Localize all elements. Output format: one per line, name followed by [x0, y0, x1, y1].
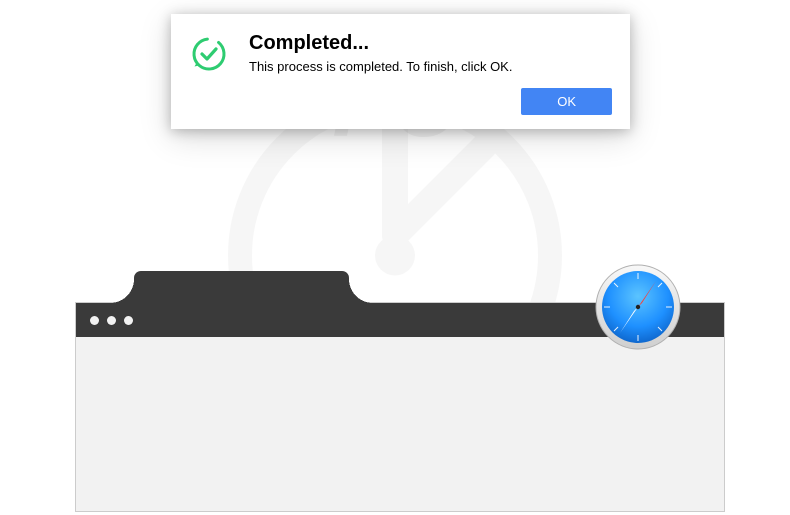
- dialog-overlay: Completed... This process is completed. …: [0, 0, 790, 515]
- dialog-message: This process is completed. To finish, cl…: [249, 59, 612, 74]
- completed-dialog: Completed... This process is completed. …: [171, 14, 630, 129]
- dialog-title: Completed...: [249, 32, 612, 55]
- ok-button[interactable]: OK: [521, 88, 612, 115]
- checkmark-icon: [191, 36, 227, 72]
